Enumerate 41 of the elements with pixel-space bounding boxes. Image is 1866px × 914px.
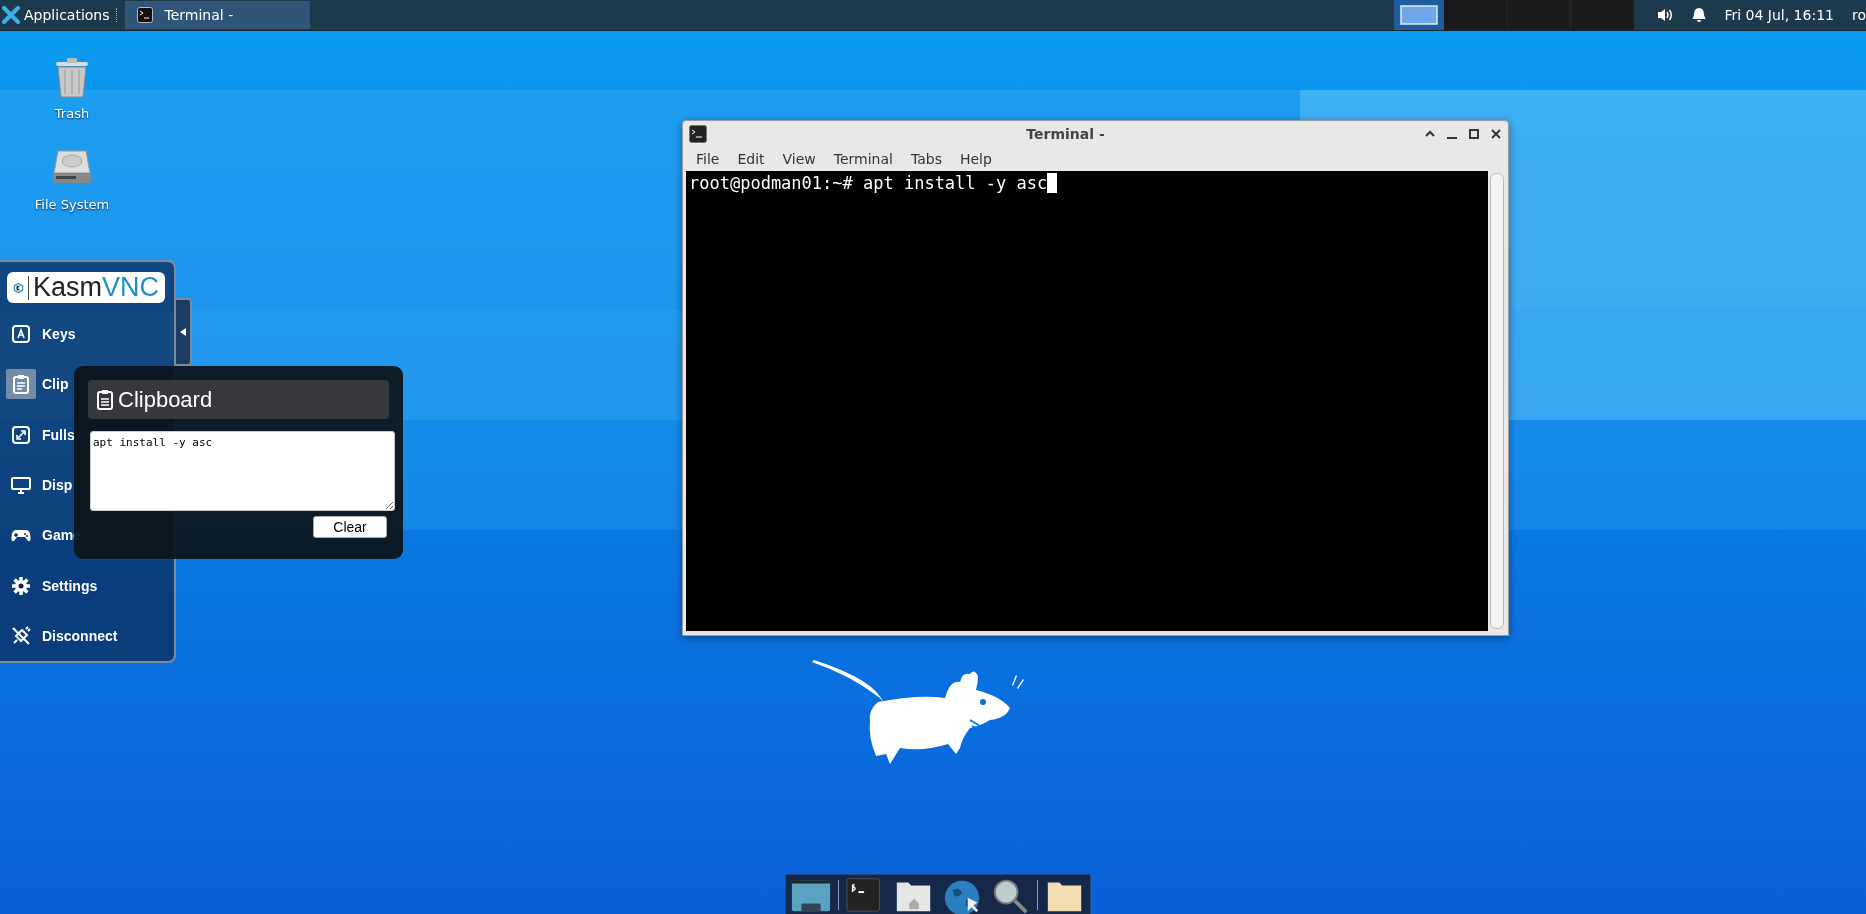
sidebar-item[interactable]: Fulls xyxy=(0,409,81,460)
terminal-icon xyxy=(136,7,153,23)
volume-icon[interactable] xyxy=(1656,7,1675,23)
clipboard-icon xyxy=(11,374,31,395)
monitor-icon xyxy=(11,475,31,495)
text-cursor xyxy=(1047,173,1058,193)
terminal-line: root@podman01:~# apt install -y asc xyxy=(689,173,1048,193)
clear-button[interactable]: Clear xyxy=(313,516,387,538)
taskbar-button[interactable]: Terminal - xyxy=(124,1,310,29)
sidebar-item[interactable]: Clip xyxy=(0,359,75,410)
gear-icon xyxy=(11,575,31,596)
workspace-switcher-icon[interactable] xyxy=(1400,5,1439,25)
clipboard-icon xyxy=(96,388,114,411)
menu-item[interactable]: Help xyxy=(950,151,1001,167)
sidebar-item[interactable]: Disp xyxy=(0,459,79,511)
close-icon[interactable] xyxy=(1490,128,1502,140)
sidebar-item[interactable]: Disconnect xyxy=(0,610,124,661)
applications-menu[interactable]: Applications xyxy=(24,7,110,23)
window-title: Terminal - xyxy=(1025,126,1106,142)
bell-icon[interactable] xyxy=(1692,7,1707,23)
clock[interactable]: Fri 04 Jul, 16:11 xyxy=(1724,7,1834,23)
scrollbar[interactable] xyxy=(1490,173,1504,629)
terminal-screen[interactable]: root@podman01:~# apt install -y asc xyxy=(686,171,1488,631)
menu-item[interactable]: Tabs xyxy=(901,151,951,167)
menu-item[interactable]: View xyxy=(773,151,825,167)
clipboard-text-field[interactable]: apt install -y asc xyxy=(90,431,395,511)
terminal-icon xyxy=(689,125,707,143)
popup-title: Clipboard xyxy=(118,386,213,413)
maximize-icon[interactable] xyxy=(1468,128,1480,140)
unplug-icon xyxy=(11,625,31,646)
caret-left-icon[interactable] xyxy=(180,328,186,336)
xfce-logo-icon xyxy=(2,6,20,24)
sidebar-item[interactable]: Keys xyxy=(0,309,82,360)
user-name[interactable]: ro xyxy=(1852,7,1866,23)
menu-item[interactable]: File xyxy=(687,151,729,167)
sidebar-item[interactable]: Settings xyxy=(0,560,104,611)
keyboard-key-icon xyxy=(11,324,31,345)
menu-item[interactable]: Terminal xyxy=(824,151,902,167)
menu-item[interactable]: Edit xyxy=(728,151,774,167)
kasmvnc-logo: KasmVNC xyxy=(7,272,165,303)
fullscreen-icon xyxy=(11,424,31,445)
